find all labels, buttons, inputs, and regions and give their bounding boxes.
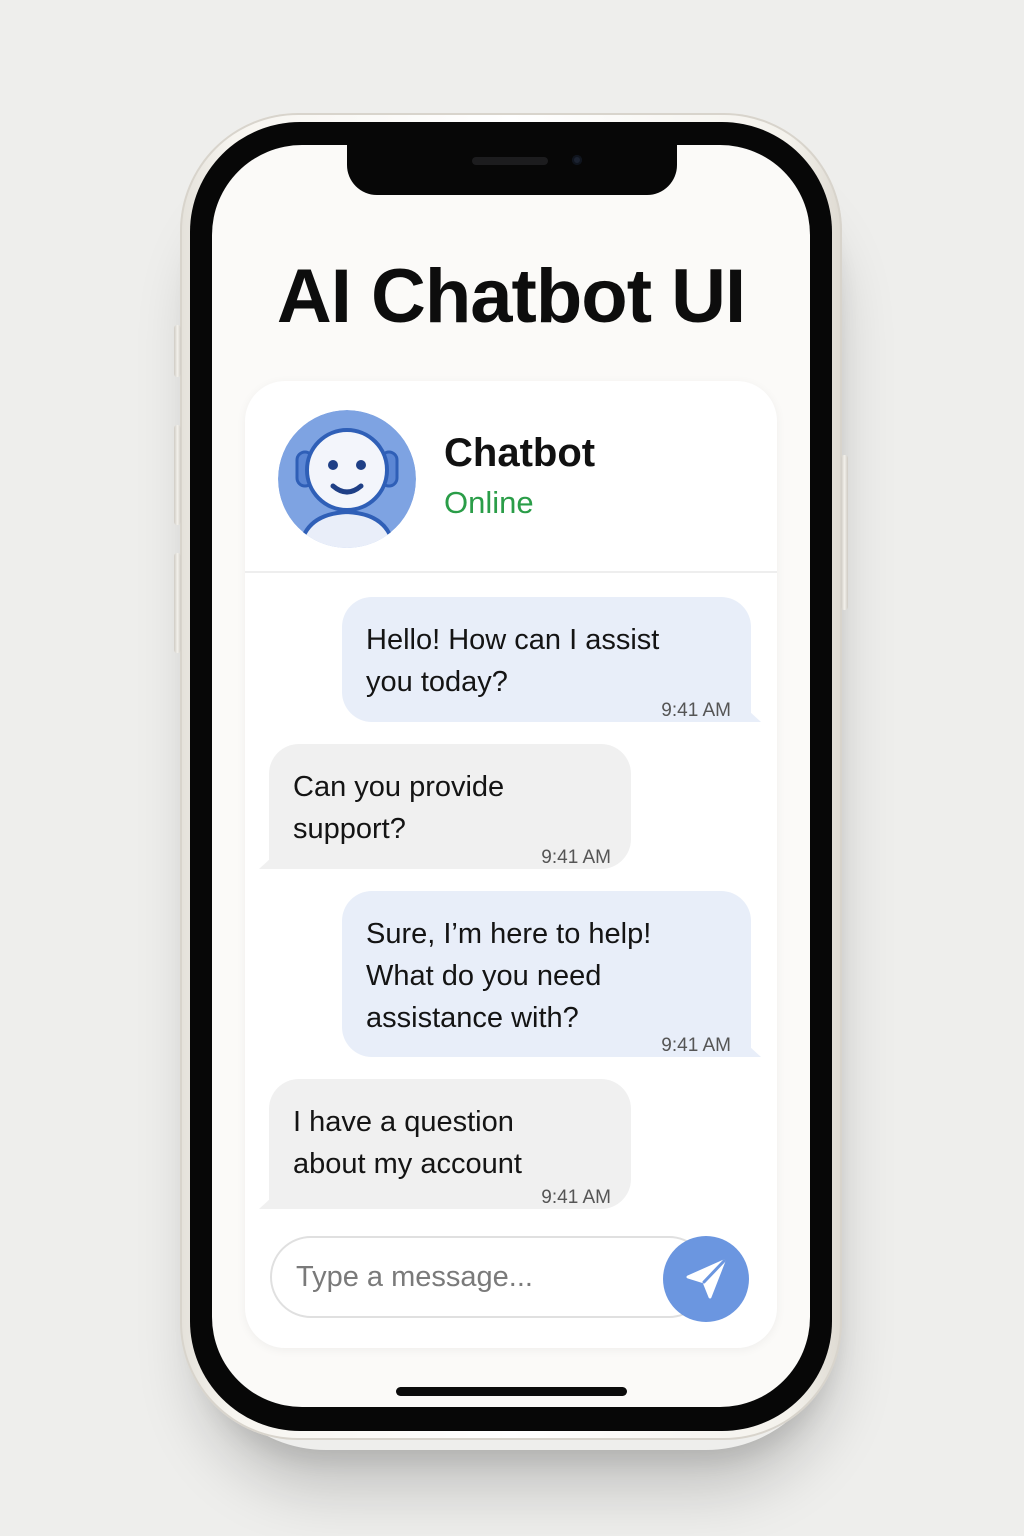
message-bubble-bot: Sure, I’m here to help! What do you need… [342, 891, 751, 1057]
message-timestamp: 9:41 AM [541, 1187, 611, 1208]
message-timestamp: 9:41 AM [541, 847, 611, 868]
chatbot-avatar-icon [278, 410, 416, 548]
paper-plane-icon [686, 1259, 726, 1299]
power-button [841, 455, 848, 610]
silent-switch [174, 325, 181, 377]
home-indicator[interactable] [396, 1387, 627, 1396]
message-text: I have a question about my account [293, 1106, 522, 1180]
front-camera [572, 155, 582, 165]
page-title: AI Chatbot UI [276, 254, 746, 339]
message-text: Hello! How can I assist you today? [366, 624, 660, 698]
speaker-grille [472, 157, 548, 165]
message-text: Sure, I’m here to help! What do you need… [366, 918, 652, 1034]
notch [347, 145, 677, 195]
message-timestamp: 9:41 AM [661, 700, 731, 721]
volume-down-button [174, 553, 181, 653]
chat-window: Chatbot Online Hello! How can I assist y… [245, 381, 777, 1348]
message-bubble-bot: Hello! How can I assist you today? 9:41 … [342, 597, 751, 722]
message-bubble-user: Can you provide support? 9:41 AM [269, 744, 631, 869]
message-timestamp: 9:41 AM [661, 1035, 731, 1056]
phone-screen: AI Chatbot UI Chatbot Online Hello! How … [212, 145, 810, 1407]
message-text: Can you provide support? [293, 771, 505, 845]
chat-header: Chatbot Online [245, 381, 777, 573]
volume-up-button [174, 425, 181, 525]
message-input[interactable] [270, 1236, 710, 1318]
message-bubble-user: I have a question about my account 9:41 … [269, 1079, 631, 1209]
send-button[interactable] [663, 1236, 749, 1322]
status-label: Online [444, 485, 534, 520]
message-list[interactable]: Hello! How can I assist you today? 9:41 … [245, 573, 777, 1213]
chatbot-name: Chatbot [444, 431, 596, 475]
